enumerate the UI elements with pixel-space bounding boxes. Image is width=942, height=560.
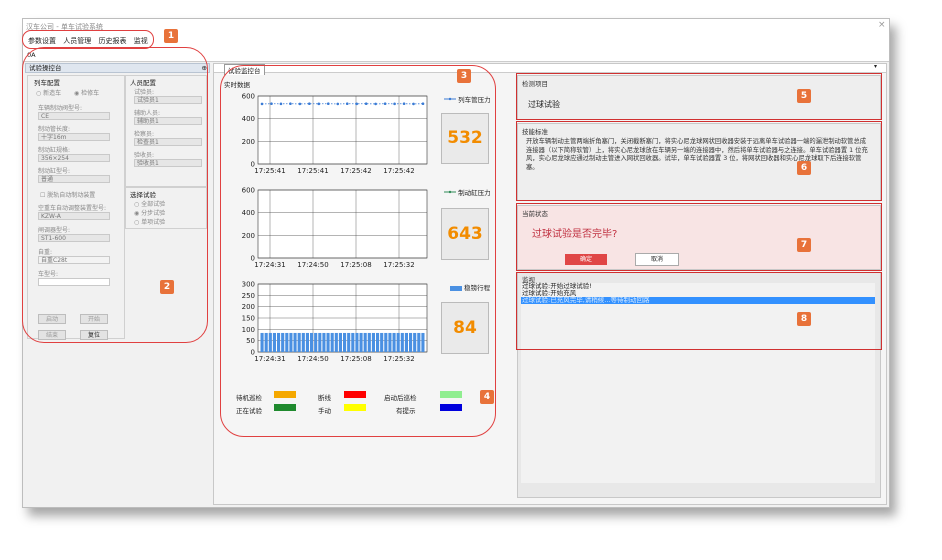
callout-standard (516, 121, 882, 201)
badge-2: 2 (160, 280, 174, 294)
badge-3: 3 (457, 69, 471, 83)
title-bar: 汉车公司 - 单车试验系统 × (23, 19, 889, 33)
badge-5: 5 (797, 89, 811, 103)
callout-control-panel (22, 47, 208, 343)
badge-4: 4 (480, 390, 494, 404)
badge-1: 1 (164, 29, 178, 43)
badge-7: 7 (797, 238, 811, 252)
close-icon[interactable]: × (878, 20, 886, 30)
callout-test-item (516, 73, 882, 120)
badge-8: 8 (797, 312, 811, 326)
callout-monitor (516, 272, 882, 350)
callout-status (516, 203, 882, 271)
badge-6: 6 (797, 161, 811, 175)
callout-charts (220, 65, 496, 437)
dropdown-arrow-icon[interactable]: ▾ (874, 63, 877, 70)
